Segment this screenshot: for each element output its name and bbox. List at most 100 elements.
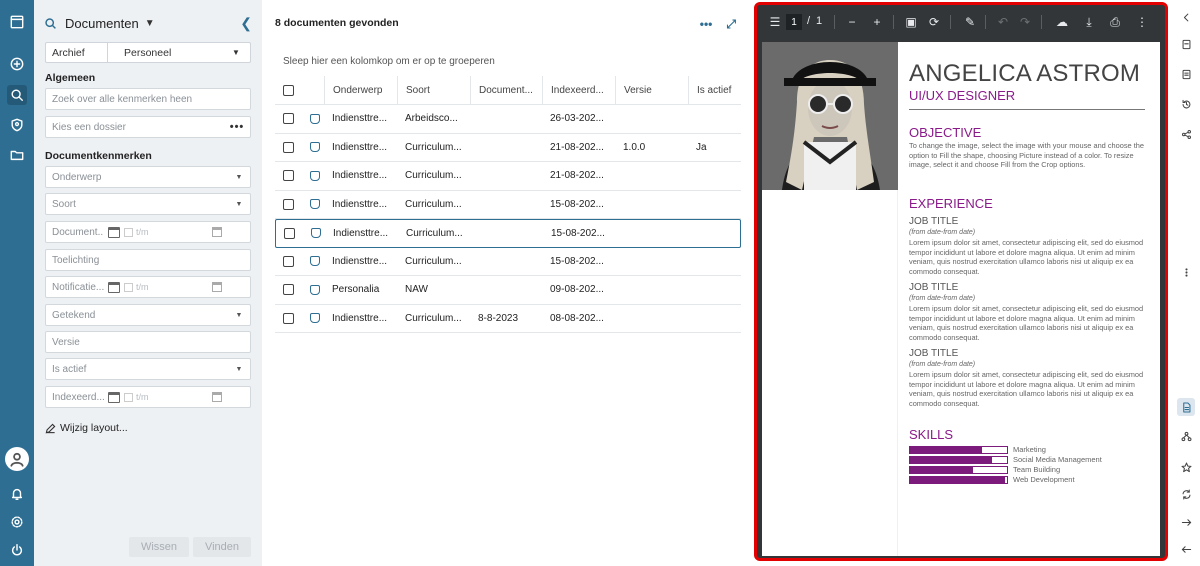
download-icon[interactable]: ⤓ [1081,14,1097,30]
hierarchy-icon[interactable] [1177,427,1195,445]
table-row[interactable]: Indiensttre... Curriculum... 21-08-202... 1… [275,134,741,162]
skill-bar-fill [910,477,1006,483]
calendar-icon[interactable] [108,281,120,293]
more-vertical-icon[interactable]: ⋮ [1134,14,1150,30]
print-icon[interactable]: ⎙ [1107,14,1123,30]
calendar-icon[interactable] [108,226,120,238]
versie-field[interactable]: Versie [45,331,251,353]
row-checkbox[interactable] [283,284,294,296]
column-header-onderwerp[interactable]: Onderwerp [324,76,396,104]
checkbox-icon[interactable] [124,392,133,402]
sync-icon[interactable] [1177,485,1195,503]
table-row[interactable]: Indiensttre... Curriculum... 15-08-202... [275,248,741,276]
history-icon[interactable] [1177,95,1195,113]
app-logo-icon[interactable] [7,12,27,32]
column-header-soort[interactable]: Soort [397,76,470,104]
search-icon[interactable] [7,85,27,105]
column-header-versie[interactable]: Versie [615,76,688,104]
table-row[interactable]: Personalia NAW 09-08-202... [275,276,741,305]
more-icon[interactable]: ••• [224,121,250,133]
row-checkbox[interactable] [284,227,295,239]
column-header-indexeerd[interactable]: Indexeerd... [542,76,615,104]
checkbox-icon[interactable] [124,227,133,237]
collapse-panel-icon[interactable]: ❮ [240,15,252,32]
more-vertical-icon[interactable] [1177,263,1195,281]
bell-icon[interactable] [7,484,27,504]
row-checkbox[interactable] [283,198,294,210]
row-checkbox[interactable] [283,312,294,324]
table-row[interactable]: Indiensttre... Curriculum... 8-8-2023 08-08… [275,305,741,333]
cell-onderwerp: Indiensttre... [333,227,389,239]
column-header-document[interactable]: Document... [470,76,542,104]
is-actief-select[interactable]: Is actief ▼ [45,358,251,380]
document-icon[interactable] [1177,398,1195,416]
add-icon[interactable] [7,54,27,74]
menu-icon[interactable]: ☰ [767,14,783,30]
more-options-icon[interactable]: ••• [700,17,713,32]
row-checkbox[interactable] [283,113,294,125]
row-checkbox[interactable] [283,170,294,182]
soort-select[interactable]: Soort ▼ [45,193,251,215]
table-row[interactable]: Indiensttre... Arbeidsco... 26-03-202... [275,105,741,134]
table-row[interactable]: Indiensttre... Curriculum... 15-08-202... [275,219,741,248]
cell-actief [697,220,739,247]
edit-layout-link[interactable]: Wijzig layout... [45,422,128,434]
skill-bar [909,466,1008,474]
filter-title: Documenten [65,15,139,31]
find-button[interactable]: Vinden [193,537,251,557]
cell-indexeerd: 21-08-202... [550,141,604,153]
job-dates: (from date-from date) [909,295,976,302]
calendar-icon[interactable] [212,282,222,292]
column-header-is-actief[interactable]: Is actief [688,76,741,104]
archive-selector[interactable]: Archief Personeel ▼ [45,42,251,63]
checkbox-icon[interactable] [124,282,133,292]
avatar[interactable] [5,447,29,471]
undo-icon[interactable]: ↶ [995,14,1011,30]
draw-icon[interactable]: ✎ [962,14,978,30]
page-total: 1 [816,15,823,27]
dossier-field[interactable]: Kies een dossier ••• [45,116,251,138]
select-all-checkbox[interactable] [283,84,294,96]
note-icon[interactable] [1177,35,1195,53]
search-input[interactable]: Zoek over alle kenmerken heen [45,88,251,110]
page-number-input[interactable]: 1 [786,14,802,30]
row-checkbox[interactable] [283,255,294,267]
zoom-out-icon[interactable]: − [844,14,860,30]
calendar-icon[interactable] [108,391,120,403]
share-icon[interactable] [1177,125,1195,143]
list-icon[interactable] [1177,65,1195,83]
skill-label: Social Media Management [1013,455,1102,464]
star-icon[interactable] [1177,458,1195,476]
cell-indexeerd: 15-08-202... [550,198,604,210]
arrow-left-icon[interactable] [1177,540,1195,558]
skill-label: Marketing [1013,445,1046,454]
notificatie-date-range[interactable]: Notificatie... t/m [45,276,251,298]
pdf-toolbar: ☰ 1 / 1 − + ▣ ⟳ ✎ ↶ ↷ ☁ ⤓ ⎙ ⋮ [757,5,1165,39]
expand-icon[interactable]: ⤢ [726,17,736,32]
calendar-icon[interactable] [212,227,222,237]
drive-save-icon[interactable]: ☁ [1054,14,1070,30]
redo-icon[interactable]: ↷ [1017,14,1033,30]
results-count: 8 documenten gevonden [275,17,399,29]
folder-icon[interactable] [7,145,27,165]
indexeerd-date-range[interactable]: Indexeerd... t/m [45,386,251,408]
onderwerp-select[interactable]: Onderwerp ▼ [45,166,251,188]
table-row[interactable]: Indiensttre... Curriculum... 21-08-202... [275,162,741,191]
clear-button[interactable]: Wissen [129,537,189,557]
chevron-down-icon[interactable]: ▼ [145,18,155,29]
arrow-right-icon[interactable] [1177,513,1195,531]
toelichting-field[interactable]: Toelichting [45,249,251,271]
gear-icon[interactable] [7,512,27,532]
getekend-select[interactable]: Getekend ▼ [45,304,251,326]
zoom-in-icon[interactable]: + [869,14,885,30]
rotate-icon[interactable]: ⟳ [926,14,942,30]
job-dates: (from date-from date) [909,229,976,236]
fit-page-icon[interactable]: ▣ [903,14,919,30]
shield-icon[interactable] [7,115,27,135]
calendar-icon[interactable] [212,392,222,402]
power-icon[interactable] [7,540,27,560]
table-row[interactable]: Indiensttre... Curriculum... 15-08-202... [275,191,741,219]
row-checkbox[interactable] [283,141,294,153]
chevron-left-icon[interactable] [1177,8,1195,26]
document-date-range[interactable]: Document... t/m [45,221,251,243]
